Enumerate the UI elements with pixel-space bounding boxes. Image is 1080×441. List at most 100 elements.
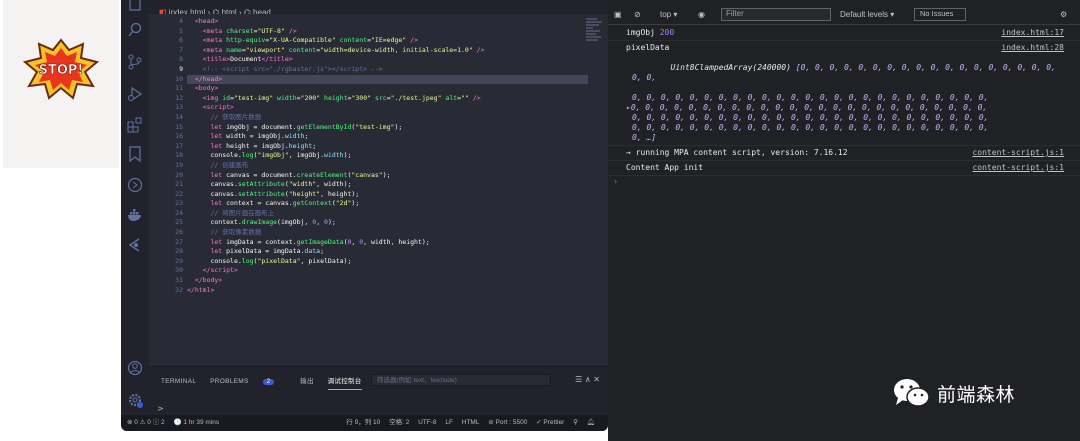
code-line[interactable]: </html> <box>187 286 588 296</box>
files-icon[interactable] <box>127 0 143 16</box>
code-line[interactable]: <title>Document</title> <box>187 55 588 65</box>
source-control-icon[interactable] <box>127 54 143 70</box>
code-line[interactable]: <meta name="viewport" content="width=dev… <box>187 46 588 56</box>
code-line[interactable]: <head> <box>187 17 588 27</box>
clear-console-icon[interactable]: ⊘ <box>634 9 641 21</box>
log-value: 200 <box>659 28 675 37</box>
debug-console-prompt[interactable]: > <box>157 404 164 413</box>
code-line[interactable]: let pixelData = imgData.data; <box>187 247 588 257</box>
tab-problems[interactable]: PROBLEMS 2 <box>210 378 286 385</box>
console-toolbar: ▣ ⊘ top ▾ ◉ Filter Default levels ▾ No I… <box>608 5 1080 25</box>
code-line[interactable]: let height = imgObj.height; <box>187 142 588 152</box>
log-source-link[interactable]: content-script.js:1 <box>972 148 1064 158</box>
debug-console-filter-input[interactable]: 筛选器(例如 text、!exclude) <box>371 374 551 386</box>
code-line[interactable]: <script> <box>187 103 588 113</box>
docker-icon[interactable] <box>127 207 143 223</box>
array-values: 0, 0, 0, 0, 0, 0, 0, 0, 0, 0, 0, 0, 0, 0… <box>632 123 989 132</box>
array-preview[interactable]: Uint8ClampedArray(240000) [0, 0, 0, 0, 0… <box>626 53 1068 93</box>
line-number: 26 <box>175 228 183 237</box>
line-number: 22 <box>175 189 183 198</box>
code-line[interactable]: console.log("imgObj", imgObj.width); <box>187 151 588 161</box>
code-line[interactable]: </body> <box>187 276 588 286</box>
line-number: 8 <box>179 55 183 64</box>
extensions-icon[interactable] <box>127 117 143 133</box>
code-editor[interactable]: 4 5 6 7 8 9 10 11 12 13 14 15 16 17 18 1… <box>149 14 608 366</box>
live-expression-eye-icon[interactable]: ◉ <box>698 9 705 21</box>
feedback-icon[interactable]: ⚲ <box>573 419 578 426</box>
close-panel-icon[interactable]: ✕ <box>593 375 600 384</box>
bottom-panel: TERMINAL PROBLEMS 2 输出 调试控制台 筛选器(例如 text… <box>149 366 608 415</box>
issues-button[interactable]: No Issues <box>914 8 966 21</box>
code-line[interactable]: canvas.setAttribute("height", height); <box>187 190 588 200</box>
console-log-row: imgObj 200 index.html:17 <box>608 26 1080 41</box>
indentation-status[interactable]: 空格: 2 <box>389 419 409 426</box>
console-settings-gear-icon[interactable]: ⚙ <box>1060 9 1067 21</box>
log-label: → running MPA content script, version: 7… <box>626 148 848 157</box>
encoding-status[interactable]: UTF-8 <box>418 419 436 426</box>
code-line[interactable]: // 创建画布 <box>187 161 588 171</box>
tab-output[interactable]: 输出 <box>300 378 314 385</box>
timeline-icon[interactable] <box>127 177 143 193</box>
search-icon[interactable] <box>127 22 143 38</box>
code-line[interactable]: let canvas = document.createElement("can… <box>187 171 588 181</box>
console-filter-input[interactable]: Filter <box>721 8 831 21</box>
run-debug-icon[interactable] <box>127 86 143 102</box>
time-tracker-status[interactable]: 🕓 1 hr 39 mins <box>173 419 219 426</box>
language-mode-status[interactable]: HTML <box>462 419 480 426</box>
console-input-row[interactable]: › <box>608 176 1080 190</box>
log-source-link[interactable]: index.html:28 <box>1001 43 1064 53</box>
code-line[interactable]: canvas.setAttribute("width", width); <box>187 180 588 190</box>
code-line[interactable]: let width = imgObj.width; <box>187 132 588 142</box>
code-line[interactable]: <meta http-equiv="X-UA-Compatible" conte… <box>187 36 588 46</box>
live-share-icon[interactable] <box>127 237 143 253</box>
bookmark-icon[interactable] <box>127 146 143 162</box>
code-line[interactable]: console.log("pixelData", pixelData); <box>187 257 588 267</box>
account-icon[interactable] <box>127 360 143 376</box>
array-values: 0, …] <box>632 133 657 142</box>
clear-console-icon[interactable]: ☰ <box>575 375 582 384</box>
line-number: 25 <box>175 218 183 227</box>
line-number: 19 <box>175 160 183 169</box>
code-line[interactable]: context.drawImage(imgObj, 0, 0); <box>187 218 588 228</box>
tab-debug-console[interactable]: 调试控制台 <box>327 378 362 390</box>
line-number: 23 <box>175 199 183 208</box>
image-preview: STOP! <box>0 0 120 441</box>
line-number: 27 <box>175 237 183 246</box>
code-lines[interactable]: <head> <meta charset="UTF-8" /> <meta ht… <box>187 17 588 295</box>
line-number: 29 <box>175 256 183 265</box>
code-line[interactable]: </head> <box>187 74 588 85</box>
line-number: 9 <box>179 64 183 73</box>
code-line[interactable]: let context = canvas.getContext("2d"); <box>187 199 588 209</box>
problems-status[interactable]: ⊗ 0 ⚠ 0 ⓘ 2 <box>127 419 165 426</box>
notifications-bell-icon[interactable]: 🔔︎ <box>587 419 595 426</box>
console-prompt-chevron-icon: › <box>614 177 618 186</box>
code-line[interactable]: <!-- <script src="./rgbaster.js"></scrip… <box>187 65 588 75</box>
code-line[interactable]: // 将图片画在画布上 <box>187 209 588 219</box>
tab-terminal[interactable]: TERMINAL <box>161 378 196 385</box>
line-number: 17 <box>175 141 183 150</box>
cursor-position-status[interactable]: 行 9，列 10 <box>346 419 380 426</box>
maximize-panel-icon[interactable]: ∧ <box>585 375 591 384</box>
code-line[interactable]: let imgData = context.getImageData(0, 0,… <box>187 238 588 248</box>
log-source-link[interactable]: index.html:17 <box>1001 28 1064 38</box>
live-server-port-status[interactable]: ⊘ Port : 5500 <box>488 419 527 426</box>
prettier-status[interactable]: ✓ Prettier <box>536 419 564 426</box>
code-line[interactable]: <meta charset="UTF-8" /> <box>187 27 588 37</box>
log-levels-dropdown[interactable]: Default levels ▾ <box>840 9 894 21</box>
eol-status[interactable]: LF <box>445 419 453 426</box>
minimap[interactable] <box>586 18 604 58</box>
context-selector[interactable]: top ▾ <box>660 9 677 21</box>
code-line[interactable]: </script> <box>187 266 588 276</box>
log-label: Content App init <box>626 163 704 172</box>
code-line[interactable]: // 获取图片数据 <box>187 113 588 123</box>
watermark-text: 前端森林 <box>937 383 1016 406</box>
code-line[interactable]: // 获取像素数据 <box>187 228 588 238</box>
sidebar-toggle-icon[interactable]: ▣ <box>614 9 622 21</box>
code-line[interactable]: <body> <box>187 84 588 94</box>
code-line[interactable]: let imgObj = document.getElementById("te… <box>187 123 588 133</box>
log-source-link[interactable]: content-script.js:1 <box>972 163 1064 173</box>
line-number: 30 <box>175 266 183 275</box>
code-line[interactable]: <img id="test-img" width="200" height="3… <box>187 94 588 104</box>
settings-gear-icon[interactable] <box>127 392 143 408</box>
console-log-row: pixelData index.html:28 Uint8ClampedArra… <box>608 41 1080 146</box>
